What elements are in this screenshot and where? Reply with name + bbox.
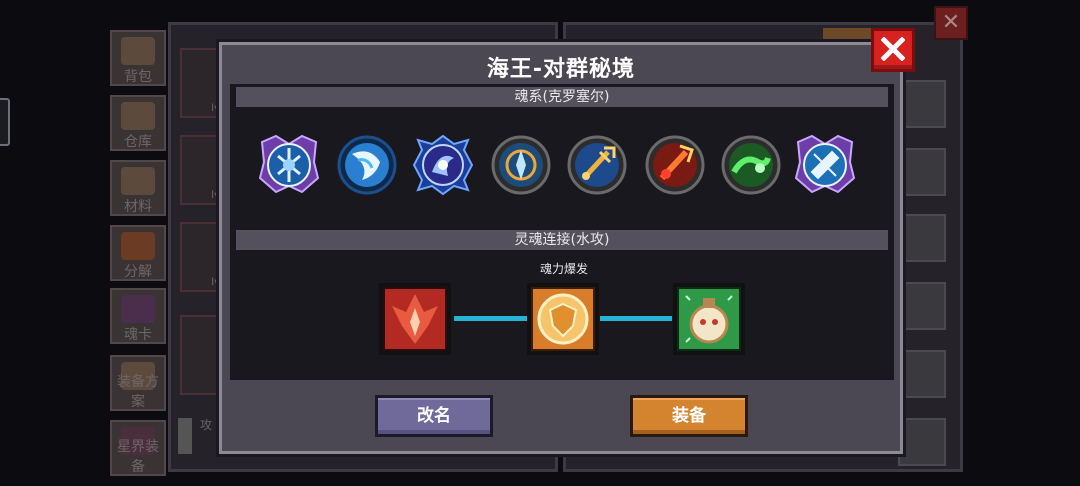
soul-burst-label: 魂力爆发	[539, 262, 588, 276]
sword-icon	[178, 418, 192, 454]
green-potion-soul-icon[interactable]	[672, 282, 746, 356]
background-slot	[898, 282, 946, 330]
water-fang-icon[interactable]	[334, 132, 400, 198]
soul-link-connector	[600, 316, 672, 321]
vortex-orb-icon[interactable]	[410, 132, 476, 198]
bag-icon	[121, 37, 155, 65]
background-slot	[898, 350, 946, 398]
side-menu-decompose: 分解	[110, 225, 166, 281]
left-edge-handle	[0, 98, 10, 146]
side-menu-materials: 材料	[110, 160, 166, 216]
golden-shield-soul-icon[interactable]	[526, 282, 600, 356]
side-menu-bag: 背包	[110, 30, 166, 86]
green-wave-icon[interactable]	[718, 132, 784, 198]
background-close-icon: ✕	[934, 6, 968, 40]
background-slot	[898, 148, 946, 196]
soul-link-connector	[454, 316, 528, 321]
side-menu-warehouse: 仓库	[110, 95, 166, 151]
water-compass-icon[interactable]	[488, 132, 554, 198]
crossel-emblem-icon[interactable]	[256, 132, 322, 198]
background-slot	[898, 418, 946, 466]
soul-card-icon	[121, 295, 155, 323]
side-menu-astral-gear: 星界装备	[110, 420, 166, 476]
equip-button[interactable]: 装备	[630, 395, 748, 437]
rename-button[interactable]: 改名	[375, 395, 493, 437]
materials-icon	[121, 167, 155, 195]
golden-trident-icon[interactable]	[564, 132, 630, 198]
dialog-title: 海王-对群秘境	[486, 57, 636, 82]
side-menu-soul-card: 魂卡	[110, 288, 166, 344]
red-wing-soul-icon[interactable]	[378, 282, 452, 356]
side-menu-equip-plan: 装备方案	[110, 355, 166, 411]
background-slot	[898, 80, 946, 128]
warehouse-icon	[121, 102, 155, 130]
background-slot	[898, 214, 946, 262]
close-icon	[881, 37, 905, 61]
crossel-crest-icon[interactable]	[792, 132, 858, 198]
decompose-icon	[121, 232, 155, 260]
soul-link-section-header: 灵魂连接(水攻)	[236, 230, 888, 250]
soul-section-header: 魂系(克罗塞尔)	[236, 87, 888, 107]
fire-trident-icon[interactable]	[642, 132, 708, 198]
close-button[interactable]	[871, 28, 915, 72]
